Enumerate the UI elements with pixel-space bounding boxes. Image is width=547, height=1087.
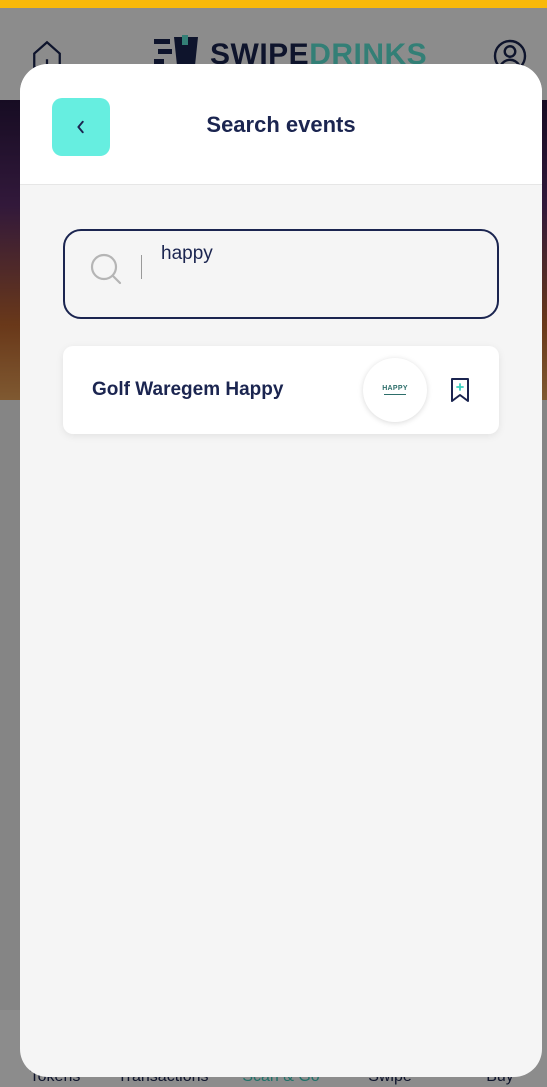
search-events-modal: Search events happy Golf Waregem Happy H… bbox=[20, 64, 542, 1077]
result-item-name: Golf Waregem Happy bbox=[92, 379, 284, 400]
page-title: Search events bbox=[206, 112, 356, 137]
event-logo-text: HAPPY bbox=[382, 385, 408, 392]
result-item[interactable]: Golf Waregem Happy HAPPY bbox=[63, 346, 499, 434]
bookmark-plus-icon[interactable] bbox=[449, 377, 471, 403]
event-logo-line bbox=[384, 394, 406, 395]
text-caret bbox=[141, 255, 142, 279]
back-button[interactable] bbox=[52, 98, 110, 156]
search-input[interactable]: happy bbox=[63, 229, 499, 319]
chevron-left-icon bbox=[77, 120, 84, 134]
event-logo: HAPPY bbox=[363, 358, 427, 422]
search-input-value[interactable]: happy bbox=[161, 243, 213, 265]
modal-header: Search events bbox=[20, 64, 542, 185]
search-icon bbox=[90, 253, 122, 285]
top-stripe bbox=[0, 0, 547, 8]
